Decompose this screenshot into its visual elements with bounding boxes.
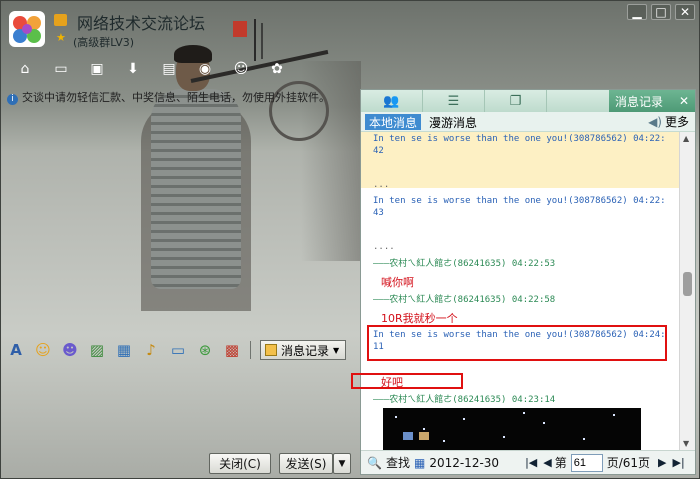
folder-icon[interactable]: ▭: [49, 59, 73, 79]
message-body: ...: [373, 180, 390, 190]
separator: [250, 341, 251, 359]
camera-icon[interactable]: ◉: [193, 59, 217, 79]
history-icon: [265, 344, 277, 356]
image-icon[interactable]: ▦: [115, 341, 133, 359]
close-panel-icon[interactable]: ✕: [679, 94, 689, 108]
group-level: (高级群LV3): [73, 36, 135, 49]
tab-message-history[interactable]: 消息记录 ✕: [609, 90, 695, 112]
tab-window[interactable]: ❐: [485, 90, 547, 112]
message-history-button[interactable]: 消息记录 ▼: [260, 340, 347, 360]
group-logo-icon: [9, 11, 45, 47]
page-input[interactable]: [570, 453, 603, 472]
message-header: ———农村ㄟ紅人館ㄜ(86241635) 04:23:14: [373, 395, 556, 405]
font-icon[interactable]: A: [7, 341, 25, 359]
music-icon[interactable]: ♪: [142, 341, 160, 359]
screenshot-thumbnail[interactable]: [383, 408, 641, 450]
input-toolbar: A ☺ ☻ ▨ ▦ ♪ ▭ ⊛ ▩ 消息记录 ▼: [7, 339, 347, 361]
message-body: 喊你啊: [381, 276, 414, 289]
annotation-box: [367, 325, 667, 361]
calendar-icon[interactable]: ▦: [414, 456, 425, 470]
minimize-button[interactable]: ▁: [627, 4, 647, 20]
message-header-cont: 43: [373, 208, 384, 218]
find-button[interactable]: 查找: [386, 454, 410, 471]
star-icon: ★: [56, 31, 66, 44]
message-history-label: 消息记录: [281, 343, 330, 358]
person-icon[interactable]: ☺: [229, 59, 253, 79]
annotation-box: [351, 373, 463, 389]
more-label: 更多: [664, 115, 689, 129]
voice-icon[interactable]: ▩: [223, 341, 241, 359]
browser-icon[interactable]: ⊛: [196, 341, 214, 359]
next-page-icon[interactable]: ▶: [658, 456, 666, 469]
maximize-button[interactable]: □: [651, 4, 671, 20]
info-icon: i: [7, 94, 18, 105]
chat-window: ★ 网络技术交流论坛 (高级群LV3) ▁ □ ✕ ⌂ ▭ ▣ ⬇ ▤ ◉ ☺ …: [0, 0, 700, 479]
send-button[interactable]: 发送(S): [279, 453, 333, 474]
window-controls: ▁ □ ✕: [627, 4, 695, 20]
tab-members[interactable]: 👥: [361, 90, 423, 112]
more-button[interactable]: ◀) 更多: [648, 113, 689, 130]
scrollbar-thumb[interactable]: [683, 272, 692, 296]
scroll-up-icon[interactable]: ▲: [683, 134, 689, 143]
tab-list[interactable]: ☰: [423, 90, 485, 112]
screenshot-icon[interactable]: ▭: [169, 341, 187, 359]
magic-icon[interactable]: ▨: [88, 341, 106, 359]
note-icon[interactable]: ▣: [85, 59, 109, 79]
history-subtabs: 本地消息 漫游消息 ◀) 更多: [361, 112, 695, 132]
chevron-down-icon: ▼: [333, 345, 340, 355]
top-toolbar: ⌂ ▭ ▣ ⬇ ▤ ◉ ☺ ✿: [13, 59, 289, 79]
settings-icon[interactable]: ✿: [265, 59, 289, 79]
notice-text: 交谈中请勿轻信汇款、中奖信息、陌生电话，勿使用外挂软件。: [22, 91, 330, 104]
page-prefix: 第: [554, 456, 567, 470]
message-header: In ten se is worse than the one you!(308…: [373, 134, 666, 144]
message-header: In ten se is worse than the one you!(308…: [373, 196, 666, 206]
last-page-icon[interactable]: ▶|: [673, 456, 685, 469]
seal-decoration: [233, 19, 263, 61]
message-scrollbar[interactable]: ▲ ▼: [679, 132, 695, 450]
tab-roaming-messages[interactable]: 漫游消息: [425, 114, 481, 130]
send-options-dropdown[interactable]: ▼: [333, 453, 351, 474]
first-page-icon[interactable]: |◀: [525, 456, 537, 469]
emoji-icon[interactable]: ☺: [34, 341, 52, 359]
message-history-panel: 👥 ☰ ❐ 消息记录 ✕ 本地消息 漫游消息 ◀) 更多 In ten se i…: [360, 89, 696, 475]
shake-icon[interactable]: ☻: [61, 341, 79, 359]
message-header: ———农村ㄟ紅人館ㄜ(86241635) 04:22:53: [373, 259, 556, 269]
history-pager: 🔍 查找 ▦ 2012-12-30 |◀ ◀ 第 页/61页 ▶ ▶|: [361, 450, 695, 474]
security-notice: i 交谈中请勿轻信汇款、中奖信息、陌生电话，勿使用外挂软件。: [7, 89, 359, 105]
prev-page-icon[interactable]: ◀: [543, 456, 551, 469]
window-title: 网络技术交流论坛: [77, 14, 206, 33]
tab-local-messages[interactable]: 本地消息: [365, 113, 422, 130]
message-header: ———农村ㄟ紅人館ㄜ(86241635) 04:22:58: [373, 295, 556, 305]
panel-tabs: 👥 ☰ ❐ 消息记录 ✕: [361, 90, 695, 112]
crown-icon: [54, 14, 67, 26]
message-body: 10R我就秒一个: [381, 312, 458, 325]
close-window-button[interactable]: ✕: [675, 4, 695, 20]
send-area: 关闭(C) 发送(S) ▼: [209, 453, 351, 474]
speaker-icon: ◀): [648, 114, 662, 129]
tab-message-history-label: 消息记录: [615, 94, 664, 109]
date-field[interactable]: 2012-12-30: [429, 456, 499, 470]
download-icon[interactable]: ⬇: [121, 59, 145, 79]
message-list: In ten se is worse than the one you!(308…: [361, 132, 679, 450]
message-body: ....: [373, 242, 395, 252]
doc-icon[interactable]: ▤: [157, 59, 181, 79]
home-icon[interactable]: ⌂: [13, 59, 37, 79]
close-button[interactable]: 关闭(C): [209, 453, 271, 474]
message-header-cont: 42: [373, 146, 384, 156]
scroll-down-icon[interactable]: ▼: [683, 439, 689, 448]
search-icon[interactable]: 🔍: [367, 456, 382, 470]
page-suffix: 页/61页: [606, 456, 651, 470]
